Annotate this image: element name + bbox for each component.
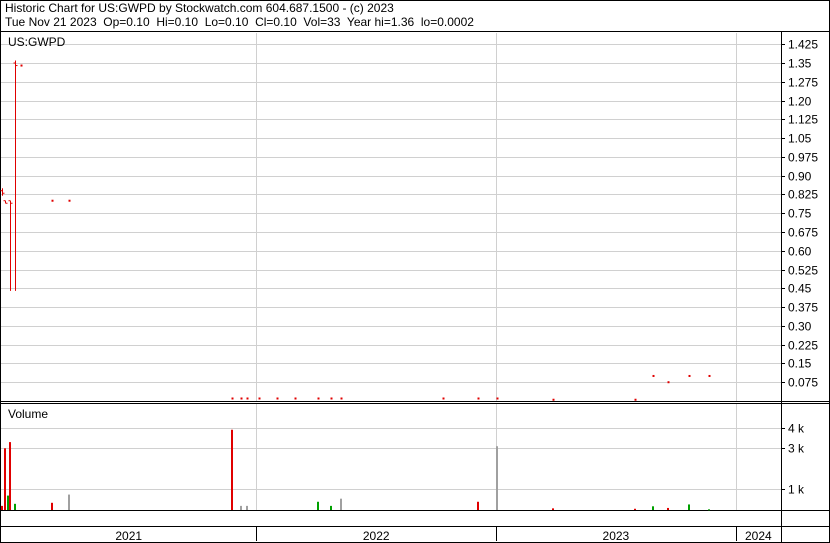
- price-tick-label: 1.35: [788, 57, 812, 71]
- price-bar: [688, 374, 691, 377]
- price-tick-label: 0.675: [788, 226, 818, 240]
- volume-bar: [231, 429, 233, 510]
- volume-bar: [14, 503, 16, 510]
- price-tick-label: 0.825: [788, 188, 818, 202]
- price-bar: [477, 397, 480, 400]
- volume-bar: [477, 501, 479, 510]
- price-tick-label: 1.20: [788, 95, 812, 109]
- chart-header-quote: Tue Nov 21 2023 Op=0.10 Hi=0.10 Lo=0.10 …: [5, 15, 474, 29]
- price-tick-label: 1.275: [788, 76, 818, 90]
- price-tick-label: 0.15: [788, 357, 812, 371]
- price-tick-label: 0.45: [788, 282, 812, 296]
- volume-bar: [246, 505, 248, 510]
- volume-bar: [9, 442, 11, 510]
- volume-tick-label: 1 k: [788, 483, 805, 497]
- price-bar: [330, 397, 333, 400]
- price-bar: [634, 398, 637, 401]
- price-bar: [652, 374, 655, 377]
- price-bar: [294, 397, 297, 400]
- volume-bar: [552, 508, 554, 510]
- price-tick-label: 0.975: [788, 151, 818, 165]
- year-label: 2022: [363, 529, 390, 543]
- price-bar: [340, 397, 343, 400]
- volume-bar: [7, 495, 9, 510]
- volume-bar: [496, 446, 498, 510]
- volume-tick-label: 4 k: [788, 422, 805, 436]
- price-tick-label: 0.75: [788, 207, 812, 221]
- price-bar: [68, 199, 71, 202]
- volume-tick-label: 3 k: [788, 442, 805, 456]
- price-tick-label: 0.30: [788, 320, 812, 334]
- year-label: 2023: [603, 529, 630, 543]
- price-tick-label: 0.225: [788, 339, 818, 353]
- volume-bar: [708, 509, 710, 511]
- price-tick-label: 0.375: [788, 301, 818, 315]
- volume-bar: [51, 502, 53, 510]
- price-bar: [442, 397, 445, 400]
- volume-bar: [240, 505, 242, 510]
- volume-panel-title: Volume: [8, 407, 48, 421]
- price-tick-label: 1.125: [788, 113, 818, 127]
- price-bar: [258, 397, 261, 400]
- price-bar: [317, 397, 320, 400]
- price-bar: [496, 397, 499, 400]
- volume-bar: [688, 504, 690, 510]
- price-tick-label: 0.60: [788, 245, 812, 259]
- price-tick-label: 1.425: [788, 38, 818, 52]
- price-tick-label: 1.05: [788, 132, 812, 146]
- chart-border: [0, 0, 830, 543]
- price-tick-label: 0.525: [788, 264, 818, 278]
- year-label: 2024: [745, 529, 772, 543]
- volume-bar: [68, 494, 70, 510]
- volume-bar: [317, 501, 319, 510]
- volume-bar: [652, 506, 654, 510]
- price-panel-title: US:GWPD: [8, 35, 66, 49]
- volume-bar: [667, 507, 669, 510]
- price-tick-label: 0.90: [788, 170, 812, 184]
- price-bar: [231, 397, 234, 400]
- chart-root: Historic Chart for US:GWPD by Stockwatch…: [0, 0, 830, 543]
- price-bar: [51, 199, 54, 202]
- volume-bar: [1, 505, 3, 510]
- volume-bar: [4, 448, 6, 510]
- price-bar: [240, 397, 243, 400]
- chart-header-title: Historic Chart for US:GWPD by Stockwatch…: [5, 1, 394, 15]
- price-bar: [708, 374, 711, 377]
- price-bar: [276, 397, 279, 400]
- year-label: 2021: [115, 529, 142, 543]
- price-bar: [552, 398, 555, 401]
- price-bar: [246, 397, 249, 400]
- price-bar: [20, 64, 23, 67]
- stock-chart: 1.425 1.35 1.275 1.20 1.125 1.05 0.975 0.90 0.82…: [0, 0, 830, 543]
- volume-bar: [340, 498, 342, 510]
- volume-bar: [330, 505, 332, 510]
- price-tick-label: 0.075: [788, 376, 818, 390]
- price-bar: [667, 381, 670, 384]
- volume-bar: [634, 508, 636, 510]
